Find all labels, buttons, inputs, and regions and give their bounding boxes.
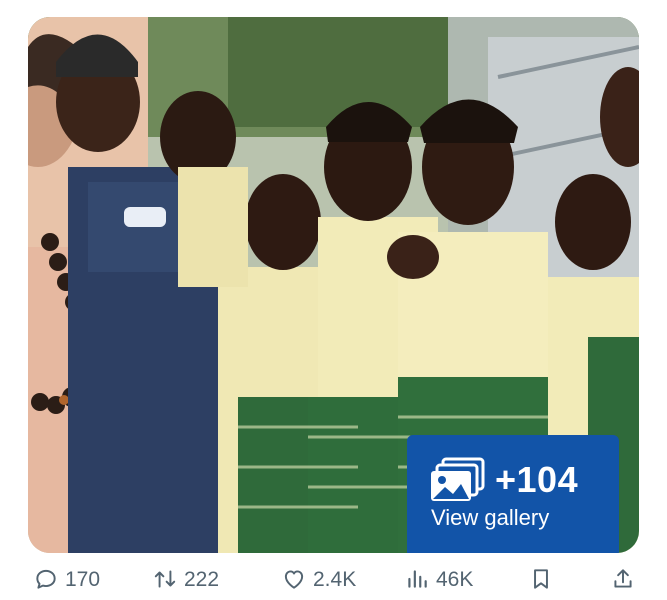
gallery-badge-top: +104 bbox=[429, 457, 578, 503]
repost-count: 222 bbox=[184, 567, 220, 591]
gallery-label: View gallery bbox=[431, 505, 550, 530]
reply-button[interactable]: 170 bbox=[33, 566, 100, 592]
like-button[interactable]: 2.4K bbox=[281, 566, 356, 592]
share-button[interactable] bbox=[610, 566, 636, 592]
gallery-count: +104 bbox=[495, 459, 579, 500]
images-icon bbox=[429, 457, 487, 503]
view-gallery-button[interactable]: +104 View gallery bbox=[407, 435, 619, 553]
share-icon bbox=[614, 569, 632, 588]
views-button[interactable]: 46K bbox=[404, 566, 473, 592]
repost-button[interactable]: 222 bbox=[152, 566, 219, 592]
bookmark-icon bbox=[534, 569, 548, 589]
like-icon bbox=[284, 570, 304, 589]
repost-icon bbox=[154, 570, 176, 588]
post-media-view: +104 View gallery 170 222 2.4K 46K bbox=[0, 0, 667, 600]
post-action-bar: 170 222 2.4K 46K bbox=[0, 566, 667, 600]
bookmark-button[interactable] bbox=[528, 566, 554, 592]
reply-count: 170 bbox=[65, 567, 101, 591]
reply-icon bbox=[36, 569, 56, 589]
views-count: 46K bbox=[436, 567, 474, 591]
post-photo-card[interactable]: +104 View gallery bbox=[28, 17, 639, 553]
views-icon bbox=[408, 570, 427, 588]
like-count: 2.4K bbox=[313, 567, 357, 591]
